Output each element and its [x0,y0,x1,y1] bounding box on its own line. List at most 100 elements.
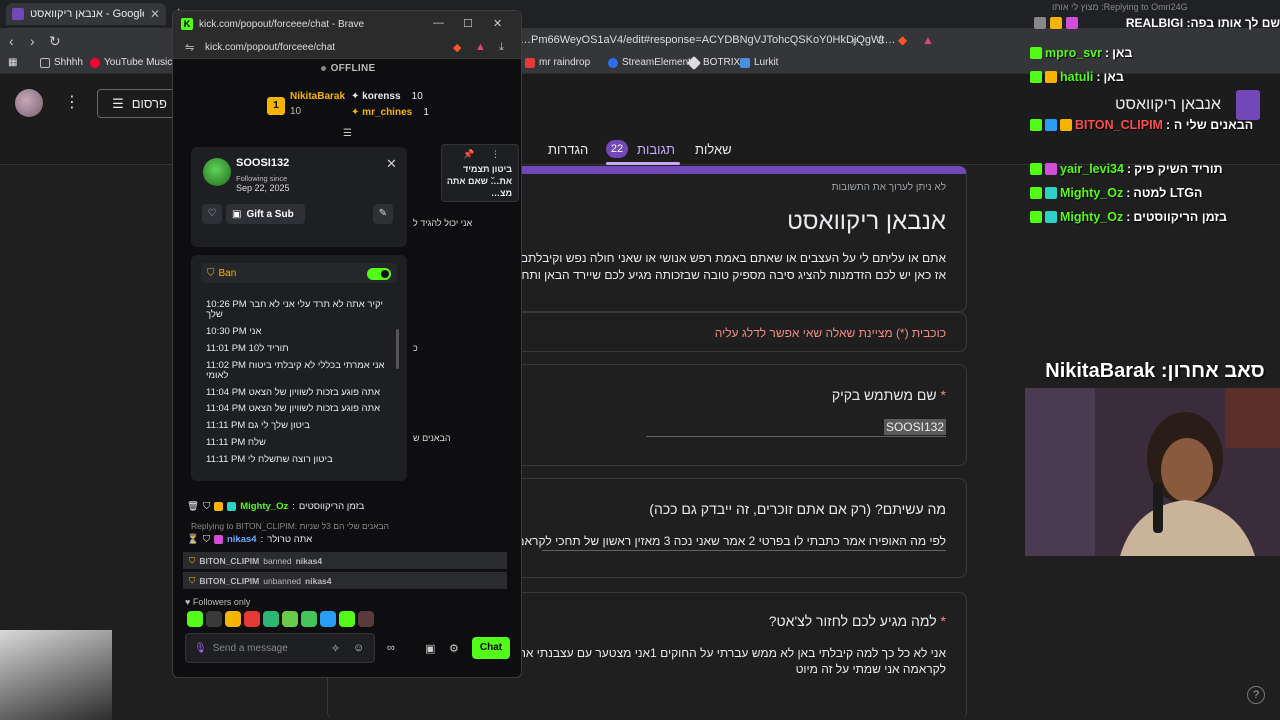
history-scrollbar[interactable] [396,329,399,369]
overlay-chat-line: Mighty_Oz: למטה LTGה [1030,186,1280,200]
emote-icon[interactable] [301,611,317,627]
stream-status: OFFLINE [173,63,521,74]
question-text: למה מגיע לכם לחזור לצ'אט? [768,613,937,629]
answer-underline [646,436,946,437]
delete-icon[interactable]: ⏳ [187,534,199,545]
close-user-card-icon[interactable]: ✕ [386,156,397,172]
maximize-icon[interactable]: ☐ [463,17,473,30]
back-icon[interactable]: ‹ [9,33,14,49]
document-title[interactable]: אנבאן ריקוואסט [1115,96,1221,114]
ban-toggle[interactable] [367,268,391,280]
pinned-menu-icon[interactable]: ⋮ [491,149,500,160]
delete-icon[interactable]: 🗑 [187,501,199,512]
link-icon[interactable]: ∞ [387,642,395,654]
crown-icon [1050,17,1062,29]
browser-tab[interactable]: אנבאן ריקוואסט - Google Forms ✕ [6,3,166,25]
mod-action-row: ⛉ BITON_CLIPIM unbanned nikas4 [183,572,507,589]
last-sub-banner: סאב אחרון: NikitaBarak [1045,360,1265,382]
emote-icon[interactable] [358,611,374,627]
following-since-date: Sep 22, 2025 [236,183,290,193]
zoom-icon[interactable]: ⌕ [852,33,859,48]
chat-username[interactable]: nikas4 [227,534,257,545]
chat-username[interactable]: Mighty_Oz [240,501,288,512]
forward-icon[interactable]: › [30,33,35,49]
emote-icon[interactable] [244,611,260,627]
mic-icon[interactable]: 🎙 [194,643,207,654]
bookmark-mr-raindrop[interactable]: mr raindrop [525,57,590,68]
gifter-mr-chines[interactable]: ✦ mr_chines 1 [351,107,429,118]
colon: : [1096,70,1101,84]
account-avatar[interactable] [15,89,43,117]
emote-icon[interactable] [263,611,279,627]
send-chat-button[interactable]: Chat [472,637,510,659]
emote-icon[interactable] [282,611,298,627]
address-bar[interactable]: …Pm66WeyOS1aV4/edit#response=ACYDBNgVJTo… [520,30,900,50]
more-options-icon[interactable]: ⋮ [64,92,80,112]
kick-chat-popout: K kick.com/popout/forceee/chat - Brave —… [172,10,522,678]
overlay-message: בזמן הריקווסטים [1133,210,1228,224]
tab-questions[interactable]: שאלות [695,142,732,157]
help-icon[interactable]: ? [1247,686,1265,704]
history-time: 11:11 PM [206,420,246,431]
pin-icon[interactable]: 📌 [463,149,474,160]
user-card-username[interactable]: SOOSI132 [236,157,289,169]
site-info-icon[interactable]: ⇋ [185,41,194,54]
required-star: * [940,613,946,629]
follow-heart-button[interactable]: ♡ [202,204,222,224]
mod-action-row: ⛉ BITON_CLIPIM banned nikas4 [183,552,507,569]
kick-badge-icon [1030,119,1042,131]
tab-responses[interactable]: תגובות [637,142,675,157]
emote-icon[interactable] [187,611,203,627]
emote-icon[interactable] [320,611,336,627]
brave-rewards-icon[interactable]: ▲ [475,41,486,53]
bookmark-shhhh[interactable]: Shhhh [40,57,83,68]
pinned-expand-icon[interactable]: ⌄ [489,171,497,182]
translate-icon[interactable]: ✧ [331,642,340,655]
emote-icon[interactable] [339,611,355,627]
close-window-icon[interactable]: ✕ [493,17,502,30]
history-time: 11:04 PM [206,403,246,414]
chat-message[interactable]: 🗑 ⛉ Mighty_Oz: בזמן הריקווסטים [187,501,364,512]
overlay-message: באן [1103,70,1124,84]
gift-shop-icon[interactable]: ▣ [425,642,435,655]
answer-value: SOOSI132 [883,419,946,435]
folder-icon [40,57,50,68]
publish-button[interactable]: ☰ פרסום [97,89,182,118]
bookmark-youtube-music[interactable]: YouTube Music [90,57,172,68]
colon: : [1126,186,1131,200]
chat-input[interactable]: 🎙 Send a message [185,633,375,663]
bookmark-botrix[interactable]: BOTRIX [686,55,740,70]
bookmark-streamelements[interactable]: StreamElements [608,57,696,68]
chat-message[interactable]: ⏳ ⛉ nikas4: אתה טרולר [187,534,312,545]
brave-shield-icon[interactable]: ◆ [453,41,461,54]
reload-icon[interactable]: ↻ [49,33,61,50]
webcam-feed [1025,388,1280,556]
apps-icon[interactable]: ▦ [8,57,17,68]
gift-sub-button[interactable]: ▣ Gift a Sub [226,204,305,224]
top-gifter-name[interactable]: NikitaBarak [290,91,345,102]
minimize-icon[interactable]: — [433,17,444,29]
chat-text: בזמן הריקווסטים [298,501,365,512]
emoji-icon[interactable]: ☺ [353,642,364,654]
brave-rewards-icon[interactable]: ▲ [922,33,934,47]
emote-icon[interactable] [225,611,241,627]
bookmark-lurkit[interactable]: Lurkit [740,57,778,68]
emote-icon[interactable] [206,611,222,627]
mod-tools-icon[interactable]: ✎ [373,204,393,224]
download-icon[interactable]: ⤓ [499,41,504,54]
history-time: 11:04 PM [206,387,246,398]
popout-url[interactable]: kick.com/popout/forceee/chat [205,42,335,53]
gifter-korenss[interactable]: ✦ korenss 10 [351,91,423,102]
close-tab-icon[interactable]: ✕ [150,7,160,21]
history-item: 11:04 PM אתה פוגע בזכות לשוויון של הצאט [206,404,386,414]
brave-shield-icon[interactable]: ◆ [898,33,907,47]
gifter-icon [1045,71,1057,83]
shield-icon: ⛉ [207,267,215,279]
pinned-message[interactable]: ביטון תצמיד את… שאם אתה מצ… [441,144,519,202]
settings-icon[interactable]: ⚙ [449,642,459,655]
collapse-pins-icon[interactable]: ☰ [343,128,352,139]
history-text: תוריד ל10 [248,343,289,354]
share-icon[interactable]: ⇪ [876,33,886,47]
tab-settings[interactable]: הגדרות [548,142,588,157]
bookmark-label: Shhhh [54,57,83,68]
